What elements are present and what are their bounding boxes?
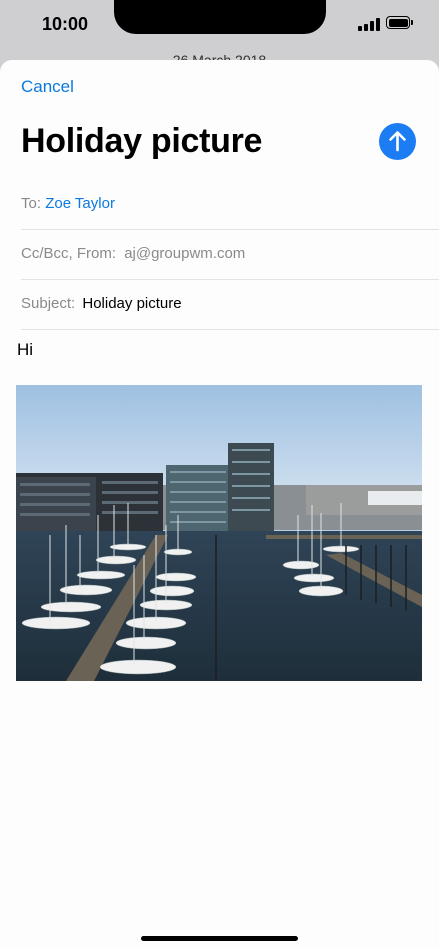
photo-attachment[interactable] [16,385,422,681]
subject-field[interactable]: Subject: Holiday picture [21,280,439,330]
home-indicator[interactable] [141,936,298,941]
message-body[interactable]: Hi [17,340,33,360]
cc-bcc-from-label: Cc/Bcc, From: [21,245,117,262]
harbour-photo-image [16,385,422,681]
page-title: Holiday picture [21,122,263,160]
device-notch [114,0,326,34]
to-recipient[interactable]: Zoe Taylor [45,195,115,212]
status-time: 10:00 [42,14,89,34]
arrow-up-icon [389,131,406,152]
subject-label: Subject: [21,295,76,312]
subject-input[interactable]: Holiday picture [82,295,181,312]
to-label: To: [21,195,42,212]
signal-icon [358,17,380,31]
compose-sheet: Cancel Holiday picture To: Zoe Taylor Cc… [0,60,439,949]
cc-bcc-from-field[interactable]: Cc/Bcc, From: aj@groupwm.com [21,230,439,280]
from-address: aj@groupwm.com [124,245,246,262]
send-button[interactable] [379,123,416,160]
status-bar: 10:00 [0,0,439,52]
cancel-button[interactable]: Cancel [21,77,74,97]
battery-icon [386,16,413,29]
to-field[interactable]: To: Zoe Taylor [21,180,439,230]
